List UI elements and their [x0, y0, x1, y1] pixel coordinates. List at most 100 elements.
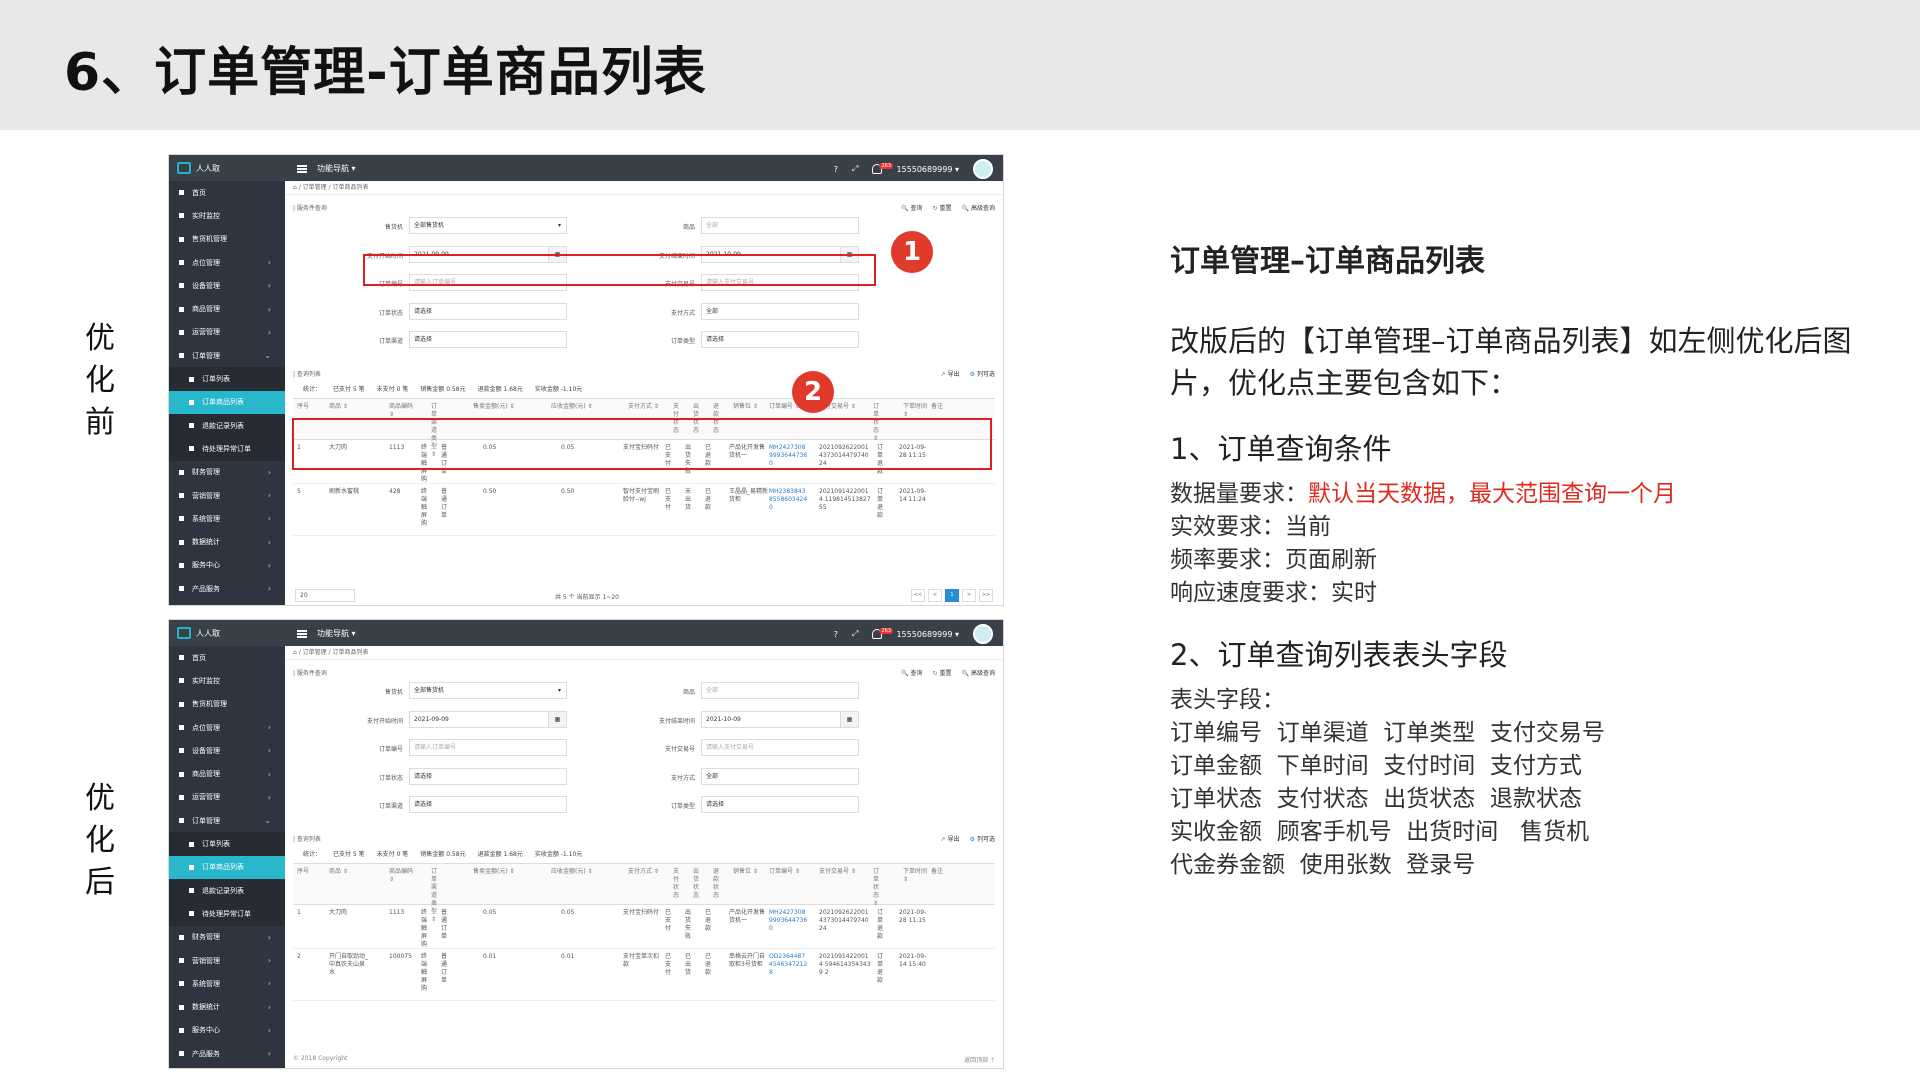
column-header[interactable]: 序号 — [297, 868, 309, 876]
column-header[interactable]: 销售位 ⇕ — [733, 403, 758, 411]
sidebar-item[interactable]: 订单商品列表 — [169, 855, 285, 879]
sidebar-item[interactable]: 点位管理 › — [169, 716, 285, 739]
column-header[interactable]: 销售位 ⇕ — [733, 868, 758, 876]
sidebar-item[interactable]: 订单列表 — [169, 832, 285, 856]
sidebar-item[interactable]: 数据统计 › — [169, 530, 285, 553]
column-header[interactable]: 支付方式 ⇕ — [628, 868, 659, 876]
form-input[interactable]: 请输入支付交易号 — [701, 739, 859, 756]
columns-button[interactable]: ⚙ 列可选 — [970, 834, 995, 843]
help-icon[interactable]: ? — [834, 630, 838, 639]
sidebar-item[interactable]: 订单管理 ⌄ — [169, 809, 285, 832]
sidebar-item[interactable]: 产品服务 › — [169, 577, 285, 600]
column-header[interactable]: 下单时间 ⇕ — [903, 868, 933, 884]
sidebar-item[interactable]: 设备管理 › — [169, 274, 285, 297]
pager-button[interactable]: << — [911, 589, 925, 602]
sidebar-item[interactable]: 首页 — [169, 646, 285, 669]
avatar[interactable] — [973, 624, 993, 644]
help-icon[interactable]: ? — [834, 165, 838, 174]
column-header[interactable]: 退款状态 — [713, 868, 720, 900]
menu-icon[interactable] — [297, 164, 307, 173]
sidebar-item[interactable]: 售货机管理 — [169, 693, 285, 716]
column-header[interactable]: 备注 — [931, 868, 943, 876]
export-button[interactable]: ↗ 导出 — [941, 834, 960, 843]
sidebar-item[interactable]: 订单管理 ⌄ — [169, 344, 285, 367]
column-header[interactable]: 下单时间 ⇕ — [903, 403, 933, 419]
sidebar-item[interactable]: 营销管理 › — [169, 484, 285, 507]
chevron-down-icon[interactable]: ▾ — [558, 218, 561, 233]
sidebar-item[interactable]: 订单列表 — [169, 367, 285, 391]
fullscreen-icon[interactable]: ⤢ — [852, 164, 858, 174]
column-header[interactable]: 商品 ⇕ — [329, 403, 348, 411]
column-header[interactable]: 订单编号 ⇕ — [769, 868, 800, 876]
form-input[interactable]: 全部 — [701, 302, 859, 320]
column-header[interactable]: 应收金额(元) ⇕ — [551, 868, 593, 876]
column-header[interactable]: 售卖金额(元) ⇕ — [473, 403, 515, 411]
form-input[interactable]: 2021-10-09 ▦ — [701, 710, 859, 728]
column-header[interactable]: 应收金额(元) ⇕ — [551, 403, 593, 411]
sidebar-item[interactable]: 产品服务 › — [169, 1042, 285, 1065]
calendar-icon[interactable]: ▦ — [548, 711, 566, 727]
calendar-icon[interactable]: ▦ — [840, 711, 858, 727]
form-input[interactable]: 2021-09-09 ▦ — [409, 710, 567, 728]
advanced-query-button[interactable]: 🔍 高级查询 — [962, 203, 996, 212]
pager-button[interactable]: 1 — [945, 589, 959, 602]
menu-icon[interactable] — [297, 629, 307, 638]
column-header[interactable]: 商品编码 ⇕ — [389, 403, 419, 419]
sidebar-item[interactable]: 系统管理 › — [169, 507, 285, 530]
pager-button[interactable]: >> — [979, 589, 993, 602]
sidebar-item[interactable]: 系统管理 › — [169, 972, 285, 995]
form-input[interactable]: 请选择 — [409, 767, 567, 785]
sidebar-item[interactable]: 实时监控 — [169, 669, 285, 692]
export-button[interactable]: ↗ 导出 — [941, 369, 960, 378]
form-input[interactable]: 全部 — [701, 217, 859, 234]
form-input[interactable]: 请选择 — [409, 331, 567, 348]
sidebar-item[interactable]: 商品管理 › — [169, 297, 285, 320]
column-header[interactable]: 售卖金额(元) ⇕ — [473, 868, 515, 876]
form-input[interactable]: 全部售货机 ▾ — [409, 682, 567, 699]
sidebar-item[interactable]: 服务中心 › — [169, 1019, 285, 1042]
table-cell[interactable]: MH2383843 8558603424 0 — [769, 488, 809, 512]
chevron-down-icon[interactable]: ▾ — [558, 683, 561, 698]
pager-button[interactable]: < — [928, 589, 942, 602]
column-header[interactable]: 商品编码 ⇕ — [389, 868, 419, 884]
column-header[interactable]: 支付方式 ⇕ — [628, 403, 659, 411]
sidebar-item[interactable]: 财务管理 › — [169, 926, 285, 949]
form-input[interactable]: 全部售货机 ▾ — [409, 217, 567, 234]
nav-menu-label[interactable]: 功能导航 ▾ — [317, 163, 356, 174]
avatar[interactable] — [973, 159, 993, 179]
form-input[interactable]: 全部 — [701, 682, 859, 699]
advanced-query-button[interactable]: 🔍 高级查询 — [962, 668, 996, 677]
sidebar-item[interactable]: 待处理异常订单 — [169, 902, 285, 926]
sidebar-item[interactable]: 待处理异常订单 — [169, 437, 285, 461]
pager-button[interactable]: > — [962, 589, 976, 602]
user-phone[interactable]: 15550689999 ▾ — [896, 630, 959, 639]
column-header[interactable]: 订单状态 ⇕ — [873, 868, 880, 908]
form-input[interactable]: 请输入订单编号 — [409, 739, 567, 756]
sidebar-item[interactable]: 点位管理 › — [169, 251, 285, 274]
sidebar-item[interactable]: 设备管理 › — [169, 739, 285, 762]
sidebar-item[interactable]: 数据统计 › — [169, 995, 285, 1018]
form-input[interactable]: 请选择 — [409, 302, 567, 320]
column-header[interactable]: 支付状态 — [673, 868, 680, 900]
sidebar-item[interactable]: 首页 — [169, 181, 285, 204]
nav-menu[interactable]: 功能导航 ▾ — [297, 628, 356, 639]
page-size-select[interactable]: 20 — [295, 589, 355, 602]
sidebar-item[interactable]: 运营管理 › — [169, 786, 285, 809]
table-cell[interactable]: MH2427308 9993644736 0 — [769, 909, 809, 933]
bell-icon[interactable]: 263 — [872, 163, 893, 174]
column-header[interactable]: 序号 — [297, 403, 309, 411]
reset-button[interactable]: ↻ 重置 — [932, 203, 951, 212]
fullscreen-icon[interactable]: ⤢ — [852, 629, 858, 639]
column-header[interactable]: 备注 — [931, 403, 943, 411]
sidebar-item[interactable]: 商品管理 › — [169, 762, 285, 785]
back-to-top-link[interactable]: 返回顶部 ⇡ — [964, 1055, 995, 1064]
form-input[interactable]: 请选择 — [701, 796, 859, 813]
column-header[interactable]: 出货状态 — [693, 868, 700, 900]
sidebar-item[interactable]: 实时监控 — [169, 204, 285, 227]
query-button[interactable]: 🔍 查询 — [901, 668, 923, 677]
sidebar-item[interactable]: 营销管理 › — [169, 949, 285, 972]
user-phone[interactable]: 15550689999 ▾ — [896, 165, 959, 174]
nav-menu[interactable]: 功能导航 ▾ — [297, 163, 356, 174]
sidebar-item[interactable]: 订单商品列表 — [169, 390, 285, 414]
sidebar-item[interactable]: 服务中心 › — [169, 554, 285, 577]
